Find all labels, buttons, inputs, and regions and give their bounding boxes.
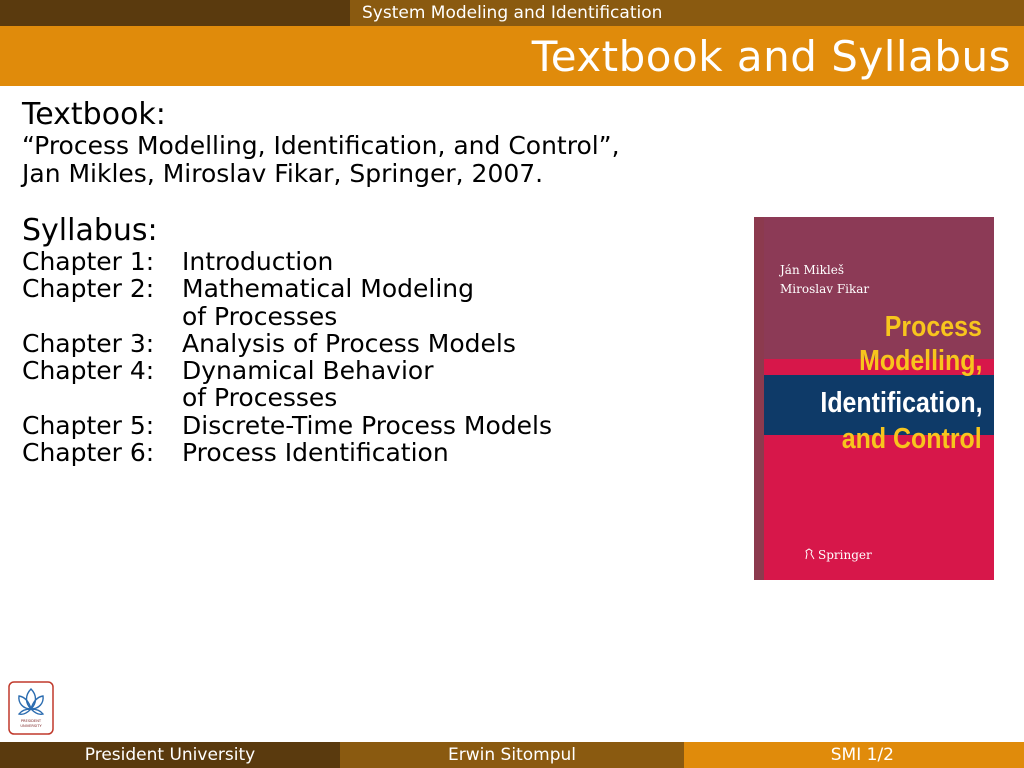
top-bar-left (0, 0, 350, 26)
cover-author: Ján Mikleš (780, 263, 845, 277)
chapter-title: Mathematical Modeling (182, 274, 475, 304)
chapter-title: Discrete-Time Process Models (182, 410, 552, 440)
chapter-label: Chapter 3: (22, 328, 155, 358)
cover-title-line: Identification, (819, 387, 982, 419)
book-cover-image: Ján Mikleš Miroslav Fikar Process Modell… (754, 217, 994, 580)
syllabus-heading: Syllabus: (22, 213, 158, 248)
chapter-title: Dynamical Behavior (182, 356, 434, 386)
logo-text: UNIVERSITY (20, 724, 42, 728)
chapter-title: Process Identification (182, 438, 449, 468)
textbook-heading: Textbook: (22, 97, 166, 132)
textbook-authors: Jan Mikles, Miroslav Fikar, Springer, 20… (22, 159, 544, 188)
chapter-title-continuation: of Processes (182, 301, 338, 331)
textbook-title: “Process Modelling, Identification, and … (22, 131, 620, 160)
top-bar: System Modeling and Identification (0, 0, 1024, 26)
chapter-label: Chapter 4: (22, 356, 155, 386)
footer-institution: President University (0, 742, 340, 768)
cover-title-line: Process (884, 311, 982, 343)
cover-author: Miroslav Fikar (780, 282, 870, 296)
course-title: System Modeling and Identification (350, 0, 1024, 26)
chapter-label-spacer (22, 384, 182, 411)
chapter-title: Analysis of Process Models (182, 328, 516, 358)
chapter-list: Chapter 1: Introduction Chapter 2: Mathemat… (22, 247, 742, 468)
cover-title-line: and Control (842, 423, 982, 455)
chapter-label: Chapter 2: (22, 274, 155, 304)
chapter-label-spacer (22, 303, 182, 330)
chapter-label: Chapter 1: (22, 247, 155, 276)
university-logo-icon: PRESIDENT UNIVERSITY (8, 681, 54, 735)
chapter-title: Introduction (182, 247, 334, 276)
logo-text: PRESIDENT (21, 719, 42, 723)
springer-horse-icon (805, 548, 815, 560)
chapter-title-continuation: of Processes (182, 383, 338, 413)
chapter-label: Chapter 5: (22, 410, 155, 440)
footer-bar: President University Erwin Sitompul SMI … (0, 742, 1024, 768)
cover-authors: Ján Mikleš Miroslav Fikar (780, 261, 869, 299)
chapter-label: Chapter 6: (22, 438, 155, 468)
cover-publisher: Springer (818, 548, 872, 562)
title-bar: Textbook and Syllabus (0, 26, 1024, 86)
slide-title: Textbook and Syllabus (531, 32, 1011, 81)
footer-author: Erwin Sitompul (340, 742, 684, 768)
cover-title-line: Modelling, (858, 345, 982, 377)
slide-content: Textbook: “Process Modelling, Identifica… (22, 97, 742, 468)
footer-page-number: SMI 1/2 (684, 742, 1024, 768)
